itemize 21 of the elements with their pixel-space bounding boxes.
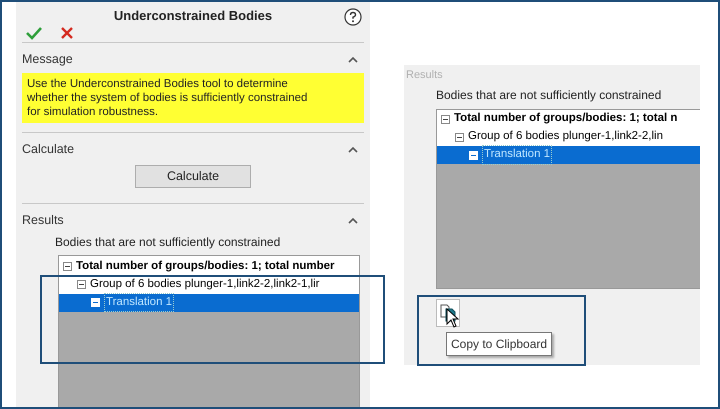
panel-title: Underconstrained Bodies: [114, 7, 272, 25]
tree-label: Group of 6 bodies plunger-1,link2-2,link2-1,lir: [90, 276, 320, 292]
tree-row[interactable]: Translation 1: [437, 146, 700, 164]
message-text: Use the Underconstrained Bodies tool to determine whether the system of bodies is sufficiently constrained for simulation robustness.: [22, 72, 364, 122]
section-title: Calculate: [22, 141, 74, 158]
tree-label: Translation 1: [482, 145, 552, 165]
tooltip: Copy to Clipboard: [446, 332, 552, 356]
tree-row[interactable]: Group of 6 bodies plunger-1,link2-2,lin: [437, 128, 700, 146]
tree-label: Total number of groups/bodies: 1; total n: [454, 111, 678, 126]
tree-label: Total number of groups/bodies: 1; total number: [76, 258, 335, 274]
section-title: Results: [406, 68, 444, 83]
results-caption: Bodies that are not sufficiently constrained: [436, 87, 662, 101]
tree-row[interactable]: Translation 1: [59, 294, 359, 312]
tree-label: Translation 1: [104, 292, 174, 312]
tree-row[interactable]: Total number of groups/bodies: 1; total number: [59, 258, 359, 276]
calculate-button[interactable]: Calculate: [135, 164, 251, 188]
section-title: Message: [22, 51, 73, 68]
tree-label: Group of 6 bodies plunger-1,link2-2,lin: [468, 129, 663, 144]
results-caption: Bodies that are not sufficiently constrained: [55, 234, 282, 250]
tree-row[interactable]: Total number of groups/bodies: 1; total n: [437, 110, 700, 128]
section-title: Results: [22, 212, 64, 230]
